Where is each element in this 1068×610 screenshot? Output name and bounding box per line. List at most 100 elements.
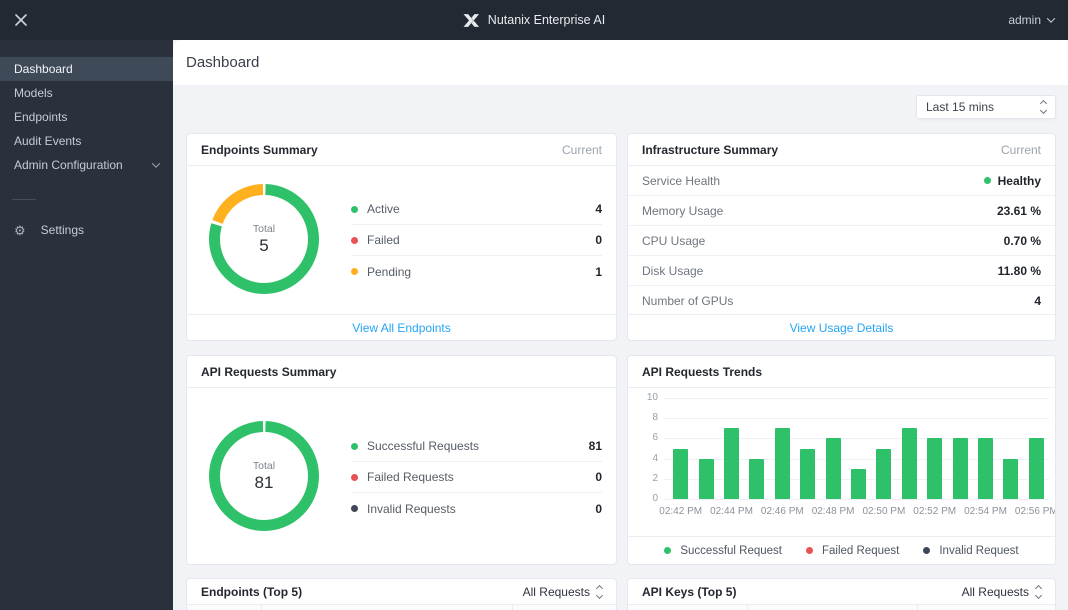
- sidebar-item-label: Admin Configuration: [14, 158, 123, 172]
- sidebar: Dashboard Models Endpoints Audit Events …: [0, 40, 173, 610]
- card-title: Infrastructure Summary: [642, 142, 779, 157]
- trend-bar: [876, 448, 892, 499]
- trend-bar: [673, 448, 689, 499]
- legend-item-failed: Failed Request: [806, 545, 899, 557]
- table-header-partial: [628, 605, 1055, 610]
- card-footer: View All Endpoints: [187, 314, 616, 340]
- successful-dot-icon: [664, 547, 672, 554]
- app-title: Nutanix Enterprise AI: [487, 13, 606, 27]
- table-header-partial: [187, 605, 616, 610]
- card-footer: View Usage Details: [628, 314, 1055, 340]
- card-title: Endpoints Summary: [201, 142, 318, 157]
- card-title: Endpoints (Top 5): [201, 584, 303, 599]
- failed-dot-icon: [351, 236, 358, 244]
- sidebar-item-dashboard[interactable]: Dashboard: [0, 57, 173, 81]
- donut-center-label: Total 5: [252, 222, 276, 255]
- trend-bar: [800, 448, 816, 499]
- time-range-select[interactable]: Last 15 mins: [916, 95, 1056, 119]
- trend-bar: [825, 438, 841, 499]
- chevron-down-icon: [1046, 14, 1056, 23]
- endpoints-top5-filter-select[interactable]: All Requests: [523, 584, 604, 599]
- service-health-value: Healthy: [997, 173, 1041, 188]
- legend-item-successful: Successful Request: [664, 545, 782, 557]
- nutanix-logo-icon: [463, 13, 480, 27]
- api-keys-top5-card: API Keys (Top 5) All Requests: [627, 578, 1056, 610]
- card-title: API Keys (Top 5): [642, 584, 737, 599]
- trend-bar: [927, 438, 943, 499]
- trend-bar: [851, 468, 866, 499]
- api-requests-bar-chart: 0 2 4 6 8 10 02:42 PM 02:44 PM 02:46 PM 02:48 PM 0…: [646, 392, 1056, 517]
- legend-row-active: Active 4: [351, 194, 602, 225]
- card-header: API Keys (Top 5) All Requests: [628, 579, 1055, 605]
- invalid-dot-icon: [923, 547, 931, 554]
- trend-legend: Successful Request Failed Request Invali…: [628, 536, 1055, 564]
- sidebar-item-label: Audit Events: [14, 134, 82, 148]
- card-title: API Requests Trends: [642, 364, 763, 379]
- gear-icon: ⚙: [14, 222, 26, 238]
- close-icon[interactable]: [14, 13, 28, 27]
- pending-dot-icon: [351, 268, 358, 275]
- donut-center-label: Total 81: [252, 459, 276, 492]
- trend-bar: [774, 428, 790, 499]
- card-title: API Requests Summary: [201, 364, 337, 379]
- endpoints-summary-card: Endpoints Summary Current Total 5 Active…: [186, 133, 617, 341]
- page-header: Dashboard: [173, 40, 1068, 85]
- legend-row-failed: Failed 0: [351, 225, 602, 256]
- card-header: Endpoints (Top 5) All Requests: [187, 579, 616, 605]
- api-requests-trends-card: API Requests Trends 0 2 4 6 8 10 02:42 PM 02:44…: [627, 355, 1056, 565]
- successful-dot-icon: [351, 442, 358, 450]
- legend-row-failed: Failed Requests 0: [351, 462, 602, 493]
- memory-usage-value: 23.61 %: [996, 203, 1041, 218]
- active-dot-icon: [351, 205, 358, 213]
- app-brand: Nutanix Enterprise AI: [463, 0, 605, 40]
- api-requests-legend: Successful Requests 81 Failed Requests 0…: [351, 431, 602, 524]
- card-header: API Requests Summary: [187, 356, 616, 388]
- disk-usage-value: 11.80 %: [997, 263, 1041, 278]
- user-menu[interactable]: admin: [1008, 13, 1056, 27]
- view-all-endpoints-link[interactable]: View All Endpoints: [352, 321, 451, 335]
- endpoints-top5-card: Endpoints (Top 5) All Requests: [186, 578, 617, 610]
- trend-bar: [1003, 458, 1019, 499]
- view-usage-details-link[interactable]: View Usage Details: [790, 321, 894, 335]
- trend-bar: [749, 458, 765, 499]
- invalid-dot-icon: [351, 505, 358, 512]
- infra-row-gpus: Number of GPUs 4: [642, 294, 1041, 308]
- trend-bar: [952, 438, 968, 499]
- select-caret-icon: [1034, 584, 1043, 599]
- infra-row-cpu-usage: CPU Usage 0.70 %: [628, 226, 1055, 256]
- legend-row-invalid: Invalid Requests 0: [351, 493, 602, 524]
- user-menu-label: admin: [1008, 13, 1041, 27]
- infra-row-memory-usage: Memory Usage 23.61 %: [628, 196, 1055, 226]
- sidebar-item-audit-events[interactable]: Audit Events: [0, 129, 173, 153]
- trend-bar: [901, 428, 917, 499]
- chevron-down-icon: [151, 159, 161, 168]
- healthy-dot-icon: [983, 177, 991, 184]
- trend-bar: [698, 458, 714, 499]
- endpoints-legend: Active 4 Failed 0 Pending 1: [351, 194, 602, 287]
- legend-item-invalid: Invalid Request: [923, 545, 1019, 557]
- infra-row-disk-usage: Disk Usage 11.80 %: [628, 256, 1055, 286]
- sidebar-item-settings[interactable]: ⚙ Settings: [0, 218, 173, 242]
- select-caret-icon: [595, 584, 604, 599]
- sidebar-item-endpoints[interactable]: Endpoints: [0, 105, 173, 129]
- infrastructure-summary-card: Infrastructure Summary Current Service H…: [627, 133, 1056, 341]
- select-caret-icon: [1039, 99, 1048, 115]
- sidebar-divider: [12, 199, 36, 200]
- sidebar-item-models[interactable]: Models: [0, 81, 173, 105]
- infra-row-service-health: Service Health Healthy: [628, 166, 1055, 196]
- sidebar-item-admin-configuration[interactable]: Admin Configuration: [0, 153, 173, 177]
- gpu-count-value: 4: [1034, 294, 1041, 308]
- api-keys-top5-filter-select[interactable]: All Requests: [962, 584, 1043, 599]
- failed-dot-icon: [806, 547, 813, 554]
- top-bar: Nutanix Enterprise AI admin: [0, 0, 1068, 40]
- trend-bar: [1028, 438, 1044, 499]
- sidebar-item-label: Endpoints: [14, 110, 68, 124]
- legend-row-successful: Successful Requests 81: [351, 431, 602, 462]
- sidebar-item-label: Dashboard: [14, 62, 73, 76]
- app-window: Nutanix Enterprise AI admin Dashboard Mo…: [0, 0, 1068, 610]
- card-badge: Current: [561, 142, 602, 157]
- cpu-usage-value: 0.70 %: [1003, 233, 1041, 248]
- endpoints-donut-chart: Total 5: [204, 179, 324, 299]
- card-header: API Requests Trends: [628, 356, 1055, 388]
- time-range-value: Last 15 mins: [926, 100, 995, 114]
